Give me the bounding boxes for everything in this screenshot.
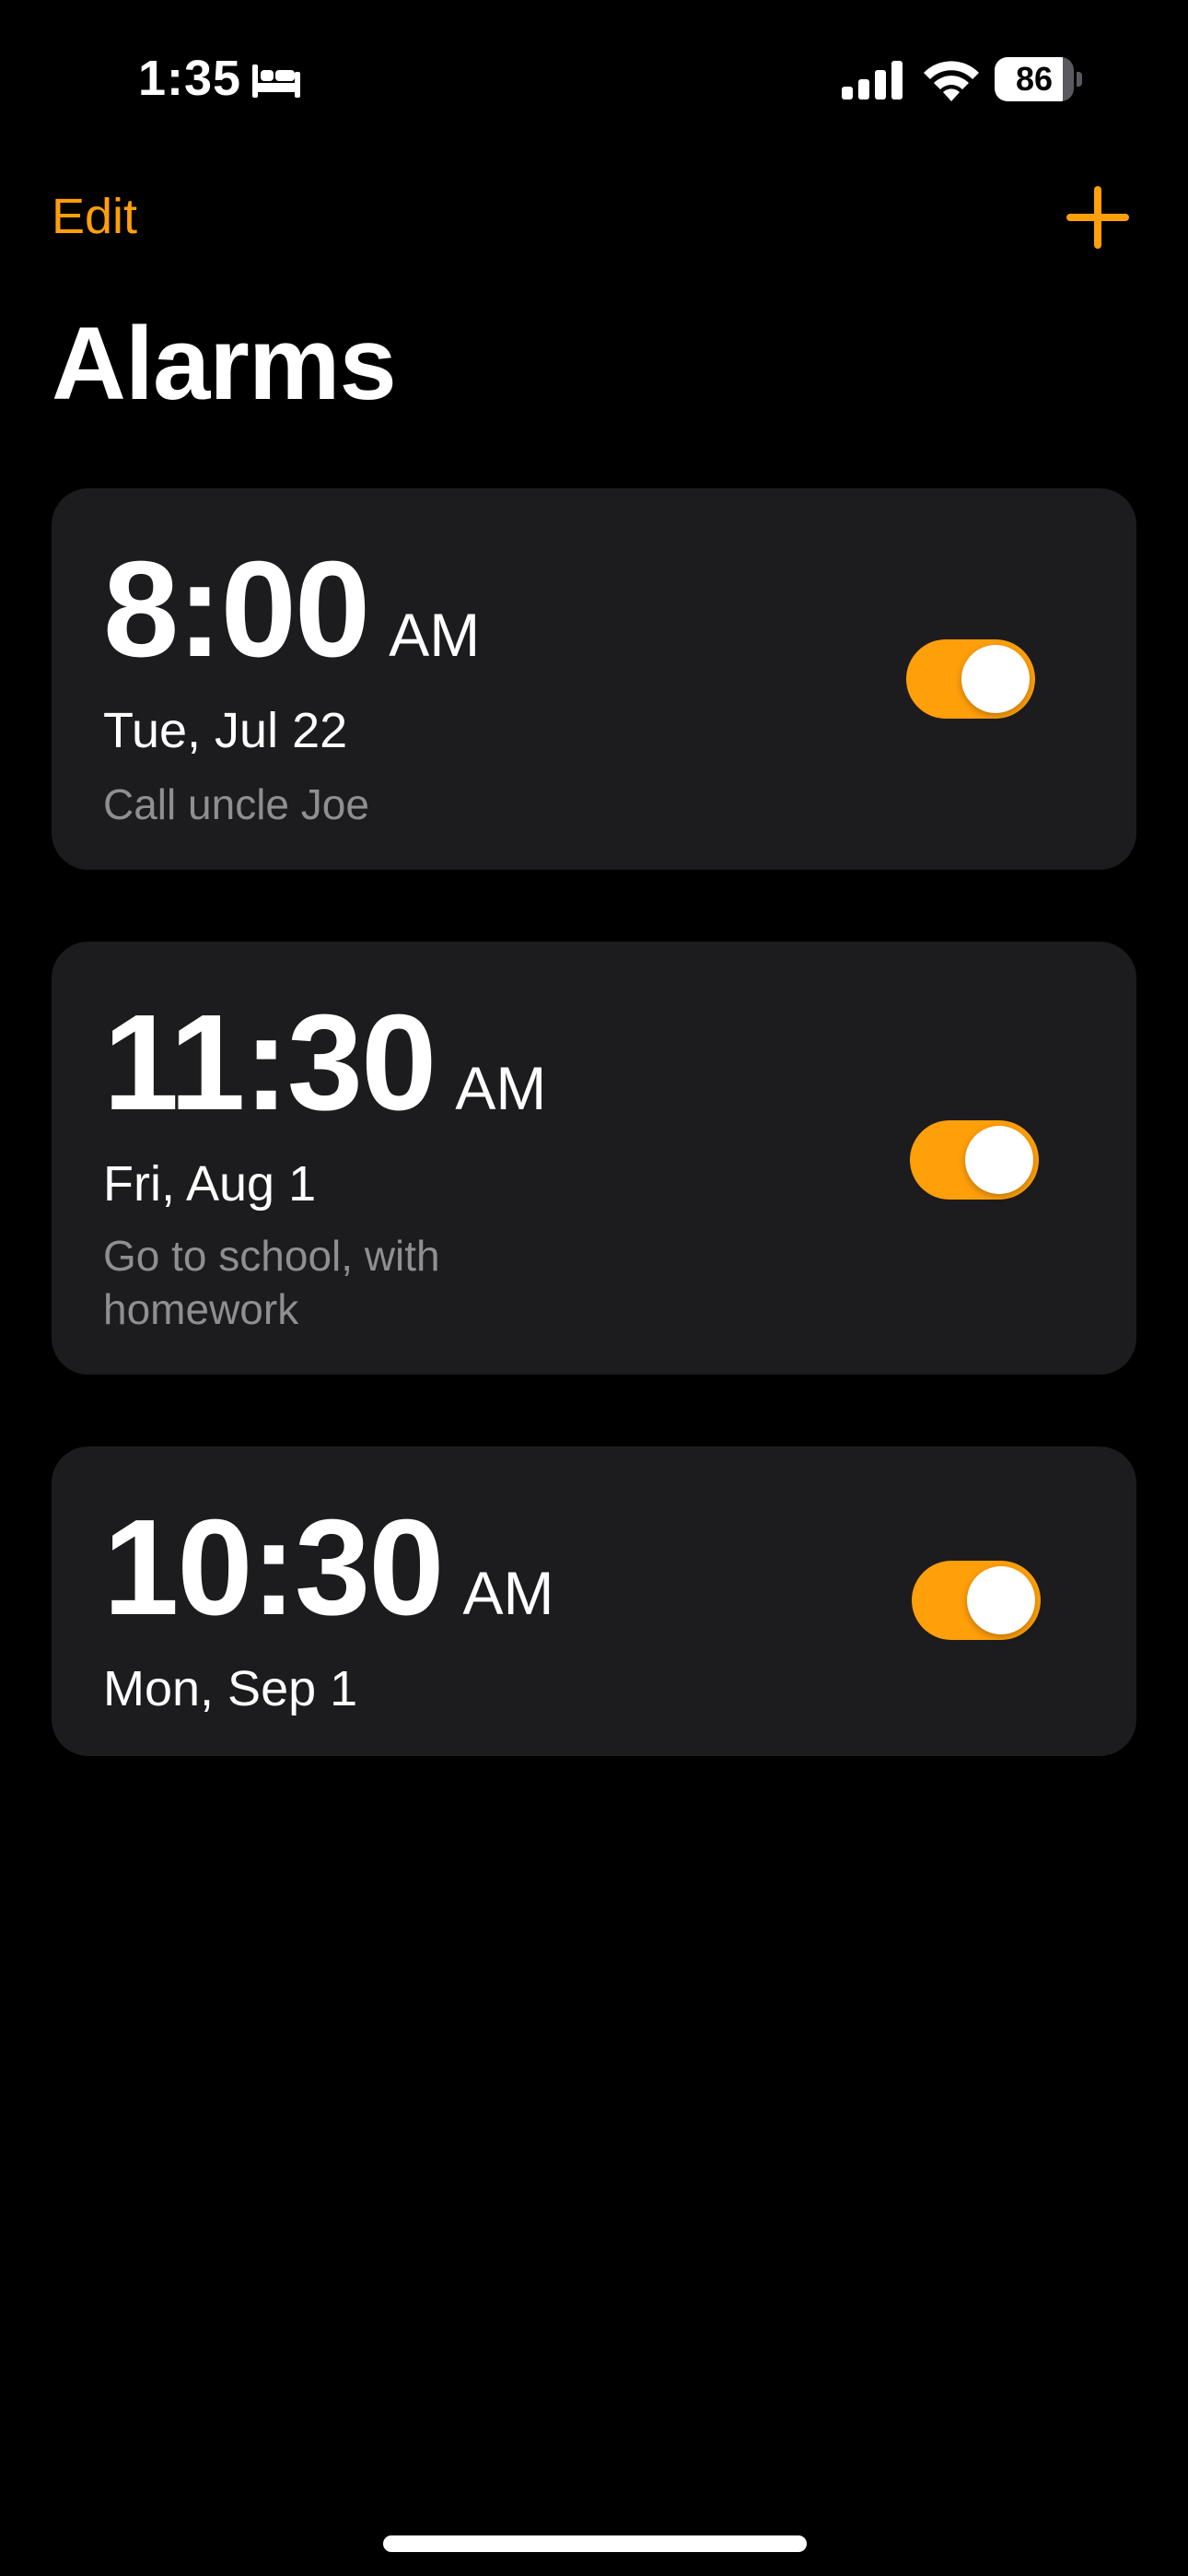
toggle-knob <box>965 1126 1033 1194</box>
alarm-period: AM <box>389 601 481 669</box>
toggle-knob <box>967 1566 1035 1634</box>
alarm-card[interactable]: 11:30 AM Fri, Aug 1 Go to school, with ho… <box>52 942 1136 1375</box>
alarm-card[interactable]: 8:00 AM Tue, Jul 22 Call uncle Joe <box>52 488 1136 870</box>
alarm-time-row: 8:00 AM <box>103 542 480 678</box>
plus-icon <box>1066 186 1129 249</box>
alarm-toggle[interactable] <box>906 639 1035 719</box>
alarm-date: Mon, Sep 1 <box>103 1661 358 1716</box>
page-title: Alarms <box>52 306 397 421</box>
alarm-label: Call uncle Joe <box>103 780 369 828</box>
alarm-period: AM <box>455 1054 547 1122</box>
battery-icon: 86 <box>995 57 1083 101</box>
bed-icon <box>252 64 300 98</box>
status-time: 1:35 <box>138 51 242 106</box>
alarm-time-row: 11:30 AM <box>103 995 546 1131</box>
alarm-time-row: 10:30 AM <box>103 1500 554 1636</box>
wifi-icon <box>924 61 979 101</box>
alarm-time: 10:30 <box>103 1492 445 1644</box>
cellular-signal-icon <box>842 61 903 100</box>
alarm-toggle[interactable] <box>910 1120 1039 1200</box>
edit-button[interactable]: Edit <box>52 188 137 245</box>
alarm-label: Go to school, with homework <box>103 1232 440 1333</box>
battery-nub <box>1077 72 1082 87</box>
alarm-date: Tue, Jul 22 <box>103 703 348 758</box>
status-bar: 1:35 86 <box>0 0 1188 157</box>
alarm-time: 8:00 <box>103 533 370 685</box>
add-alarm-button[interactable] <box>1061 181 1135 254</box>
toggle-knob <box>961 645 1030 713</box>
alarm-time: 11:30 <box>103 987 437 1139</box>
alarm-card[interactable]: 10:30 AM Mon, Sep 1 <box>52 1446 1136 1756</box>
alarm-toggle[interactable] <box>912 1561 1041 1640</box>
battery-percentage: 86 <box>1015 60 1054 98</box>
alarm-date: Fri, Aug 1 <box>103 1156 317 1212</box>
alarm-period: AM <box>462 1559 554 1627</box>
home-indicator[interactable] <box>383 2535 807 2552</box>
